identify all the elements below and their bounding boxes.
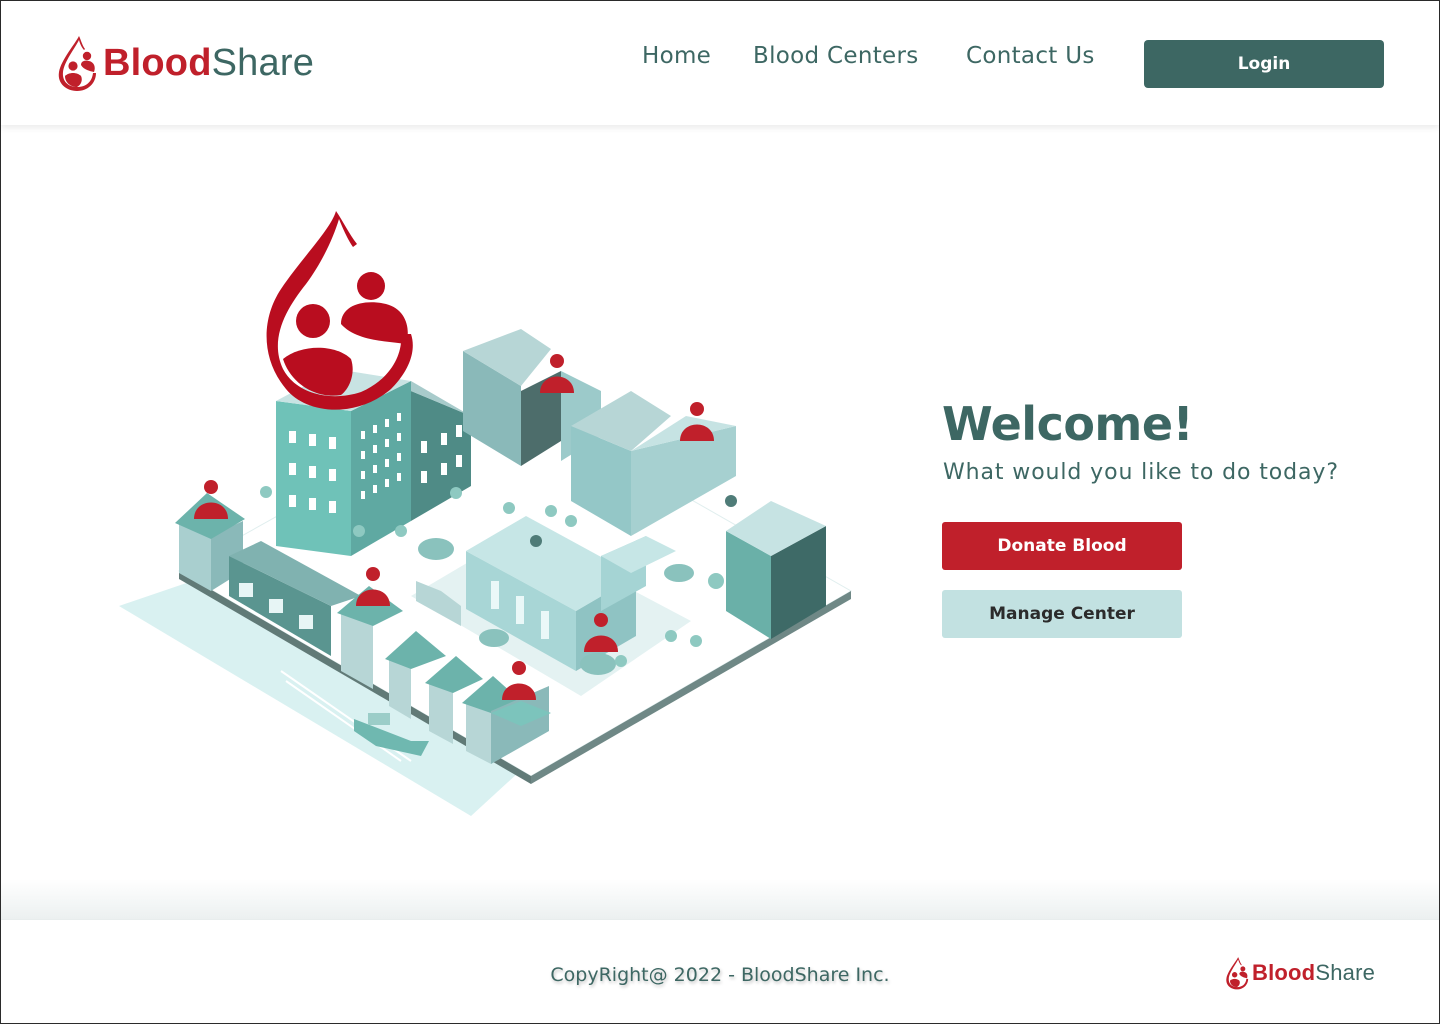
isometric-city-illustration xyxy=(119,211,853,816)
site-footer: CopyRight@ 2022 - BloodShare Inc. BloodS… xyxy=(1,919,1439,1023)
nav-home[interactable]: Home xyxy=(642,43,711,69)
site-header: BloodShare Home Blood Centers Contact Us… xyxy=(1,1,1439,125)
blood-drop-people-icon xyxy=(58,36,96,91)
welcome-subtitle: What would you like to do today? xyxy=(943,460,1339,485)
brand-logo[interactable]: BloodShare xyxy=(55,33,314,93)
manage-center-button[interactable]: Manage Center xyxy=(942,590,1182,638)
blood-drop-logo-3d xyxy=(266,211,413,410)
login-button[interactable]: Login xyxy=(1144,40,1384,88)
donate-blood-button[interactable]: Donate Blood xyxy=(942,522,1182,570)
welcome-heading: Welcome! xyxy=(942,397,1194,451)
footer-brand-logo[interactable]: BloodShare xyxy=(1224,956,1375,990)
nav-blood-centers[interactable]: Blood Centers xyxy=(753,43,919,69)
blood-drop-people-icon xyxy=(1226,957,1249,990)
footer-shadow xyxy=(1,879,1439,919)
nav-contact-us[interactable]: Contact Us xyxy=(966,43,1095,69)
footer-brand-name: BloodShare xyxy=(1252,960,1376,985)
brand-name: BloodShare xyxy=(103,41,315,84)
